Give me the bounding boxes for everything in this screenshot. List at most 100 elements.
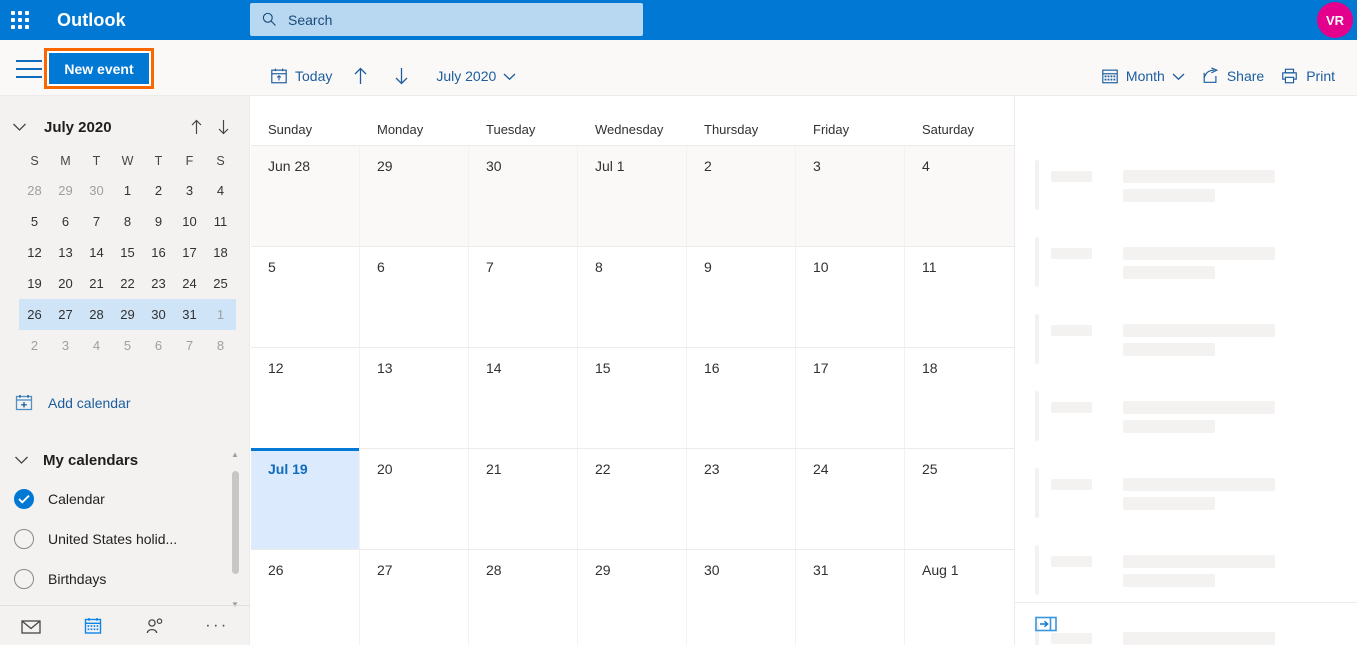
mini-calendar-day[interactable]: 23	[145, 270, 172, 297]
calendar-day-cell[interactable]: 7	[469, 247, 578, 347]
mini-calendar-day[interactable]: 1	[207, 301, 234, 328]
mini-calendar-next-button[interactable]	[216, 118, 231, 136]
search-box[interactable]: Search	[250, 3, 643, 36]
mini-calendar-cell[interactable]: 10	[174, 206, 205, 237]
calendar-day-cell[interactable]: 25	[905, 449, 1014, 549]
mini-calendar-day[interactable]: 22	[114, 270, 141, 297]
mini-calendar-day[interactable]: 27	[52, 301, 79, 328]
calendar-day-cell[interactable]: 10	[796, 247, 905, 347]
calendar-day-cell[interactable]: 18	[905, 348, 1014, 448]
nav-mail-button[interactable]	[0, 616, 62, 636]
mini-calendar-day[interactable]: 4	[207, 177, 234, 204]
mini-calendar-day[interactable]: 15	[114, 239, 141, 266]
view-selector-button[interactable]: Month	[1093, 63, 1193, 89]
mini-calendar-cell[interactable]: 25	[205, 268, 236, 299]
calendar-day-cell[interactable]: Aug 1	[905, 550, 1014, 645]
mini-calendar-cell[interactable]: 29	[112, 299, 143, 330]
mini-calendar-cell[interactable]: 3	[174, 175, 205, 206]
mini-calendar-cell[interactable]: 14	[81, 237, 112, 268]
checkbox-unchecked-icon[interactable]	[14, 529, 34, 549]
mini-calendar-cell[interactable]: 16	[143, 237, 174, 268]
mini-calendar-cell[interactable]: 4	[205, 175, 236, 206]
mini-calendar-day[interactable]: 18	[207, 239, 234, 266]
mini-calendar-day[interactable]: 6	[52, 208, 79, 235]
mini-calendar-cell[interactable]: 17	[174, 237, 205, 268]
mini-calendar-day[interactable]: 4	[83, 332, 110, 359]
mini-calendar-cell[interactable]: 30	[143, 299, 174, 330]
next-period-button[interactable]	[381, 62, 422, 90]
calendar-day-cell[interactable]: 13	[360, 348, 469, 448]
mini-calendar-day[interactable]: 12	[21, 239, 48, 266]
mini-calendar-cell[interactable]: 31	[174, 299, 205, 330]
calendar-day-cell[interactable]: 30	[469, 146, 578, 246]
calendar-day-cell[interactable]: 27	[360, 550, 469, 645]
mini-calendar-day[interactable]: 29	[114, 301, 141, 328]
scrollbar-thumb[interactable]	[232, 471, 239, 574]
share-button[interactable]: Share	[1193, 63, 1272, 89]
mini-calendar-cell[interactable]: 1	[112, 175, 143, 206]
mini-calendar-cell[interactable]: 27	[50, 299, 81, 330]
mini-calendar-cell[interactable]: 7	[174, 330, 205, 361]
mini-calendar-cell[interactable]: 3	[50, 330, 81, 361]
checkbox-checked-icon[interactable]	[14, 489, 34, 509]
calendar-day-cell[interactable]: 4	[905, 146, 1014, 246]
mini-calendar-cell[interactable]: 6	[50, 206, 81, 237]
mini-calendar-cell[interactable]: 5	[19, 206, 50, 237]
mini-calendar-day[interactable]: 5	[21, 208, 48, 235]
mini-calendar-cell[interactable]: 18	[205, 237, 236, 268]
mini-calendar-cell[interactable]: 19	[19, 268, 50, 299]
expand-panel-icon[interactable]	[1035, 616, 1057, 632]
mini-calendar-day[interactable]: 21	[83, 270, 110, 297]
mini-calendar-day[interactable]: 5	[114, 332, 141, 359]
calendar-day-cell[interactable]: 5	[251, 247, 360, 347]
mini-calendar-day[interactable]: 31	[176, 301, 203, 328]
mini-calendar-collapse-button[interactable]	[12, 122, 36, 132]
mini-calendar-day[interactable]: 16	[145, 239, 172, 266]
mini-calendar-cell[interactable]: 7	[81, 206, 112, 237]
calendar-day-cell[interactable]: 24	[796, 449, 905, 549]
checkbox-unchecked-icon[interactable]	[14, 569, 34, 589]
mini-calendar-cell[interactable]: 20	[50, 268, 81, 299]
mini-calendar-day[interactable]: 20	[52, 270, 79, 297]
calendar-day-cell[interactable]: 21	[469, 449, 578, 549]
mini-calendar-cell[interactable]: 9	[143, 206, 174, 237]
mini-calendar-cell[interactable]: 8	[112, 206, 143, 237]
calendar-day-cell[interactable]: 30	[687, 550, 796, 645]
mini-calendar-cell[interactable]: 23	[143, 268, 174, 299]
mini-calendar-cell[interactable]: 1	[205, 299, 236, 330]
mini-calendar-day[interactable]: 30	[145, 301, 172, 328]
print-button[interactable]: Print	[1272, 63, 1343, 89]
mini-calendar-day[interactable]: 29	[52, 177, 79, 204]
mini-calendar-day[interactable]: 7	[83, 208, 110, 235]
mini-calendar-day[interactable]: 11	[207, 208, 234, 235]
mini-calendar-day[interactable]: 28	[83, 301, 110, 328]
mini-calendar-day[interactable]: 8	[207, 332, 234, 359]
mini-calendar-day[interactable]: 2	[21, 332, 48, 359]
mini-calendar-day[interactable]: 2	[145, 177, 172, 204]
my-calendars-header[interactable]: My calendars	[0, 441, 250, 479]
mini-calendar-cell[interactable]: 13	[50, 237, 81, 268]
hamburger-icon[interactable]	[16, 60, 42, 78]
new-event-button[interactable]: New event	[47, 51, 151, 86]
calendar-list-item[interactable]: United States holid...	[0, 519, 250, 559]
mini-calendar-day[interactable]: 25	[207, 270, 234, 297]
mini-calendar-day[interactable]: 14	[83, 239, 110, 266]
mini-calendar-day[interactable]: 7	[176, 332, 203, 359]
mini-calendar-cell[interactable]: 26	[19, 299, 50, 330]
mini-calendar-cell[interactable]: 4	[81, 330, 112, 361]
nav-more-button[interactable]: ···	[186, 617, 248, 633]
calendar-day-cell[interactable]: 11	[905, 247, 1014, 347]
mini-calendar-cell[interactable]: 29	[50, 175, 81, 206]
calendar-day-cell[interactable]: 28	[469, 550, 578, 645]
mini-calendar-cell[interactable]: 24	[174, 268, 205, 299]
calendar-day-cell[interactable]: 16	[687, 348, 796, 448]
calendar-list-item[interactable]: Birthdays	[0, 559, 250, 599]
mini-calendar-day[interactable]: 8	[114, 208, 141, 235]
today-button[interactable]: Today	[262, 63, 340, 89]
mini-calendar-day[interactable]: 30	[83, 177, 110, 204]
calendar-day-cell[interactable]: 12	[251, 348, 360, 448]
calendar-day-cell[interactable]: 31	[796, 550, 905, 645]
mini-calendar-day[interactable]: 19	[21, 270, 48, 297]
date-range-picker[interactable]: July 2020	[422, 64, 524, 88]
calendar-day-cell[interactable]: 3	[796, 146, 905, 246]
